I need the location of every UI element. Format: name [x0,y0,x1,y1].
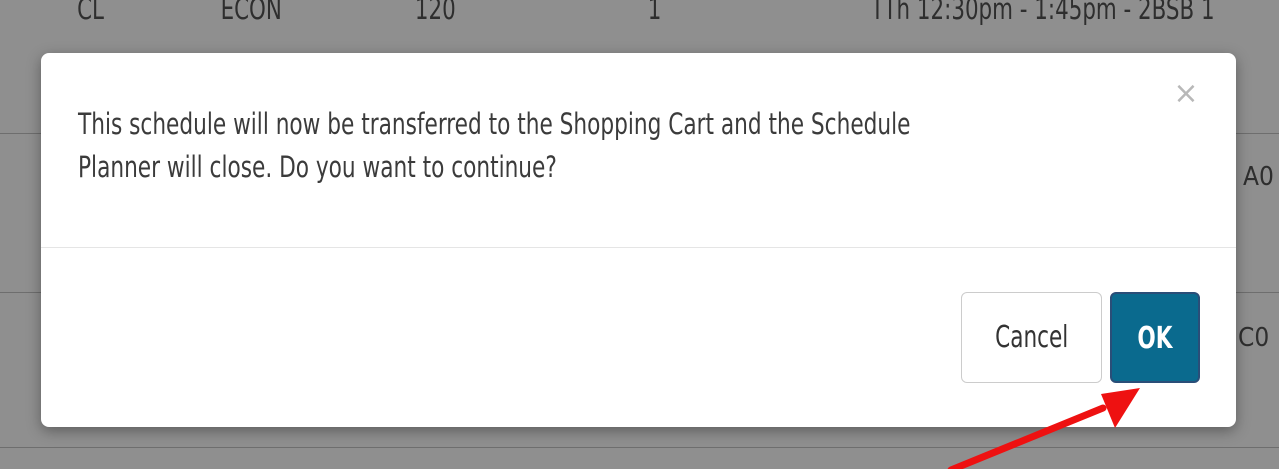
arrow-shaft [947,404,1107,469]
arrow-pointing-icon [947,388,1140,469]
arrow-head [1101,388,1140,428]
